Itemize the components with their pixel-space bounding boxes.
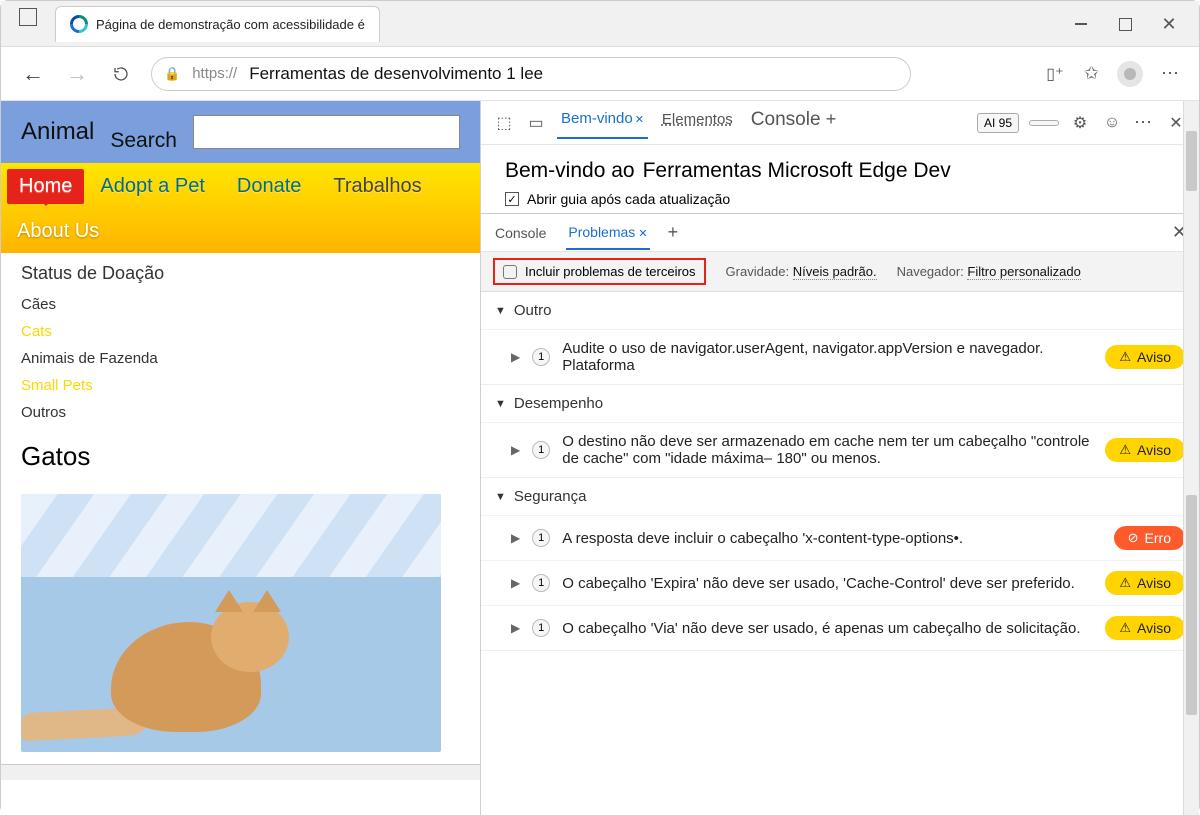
lock-icon: 🔒 — [164, 66, 180, 82]
devtools-drawer: Console Problemas ✕ + ✕ Incluir problema… — [481, 213, 1199, 815]
devtools-toolbar: ⬚ ▭ Bem-vindo✕ Elementos Console + AI 95… — [481, 101, 1199, 145]
inspect-icon[interactable]: ⬚ — [493, 112, 515, 134]
edge-logo-icon — [70, 15, 88, 33]
browser-filter[interactable]: Filtro personalizado — [967, 264, 1080, 280]
severity-filter[interactable]: Níveis padrão. — [793, 264, 877, 280]
issues-filter-bar: Incluir problemas de terceiros Gravidade… — [481, 252, 1199, 292]
third-party-checkbox[interactable]: Incluir problemas de terceiros — [493, 258, 706, 285]
donation-status: Status de Doação — [1, 253, 480, 290]
tab-overview-icon[interactable] — [19, 8, 37, 26]
extra-badge[interactable] — [1029, 120, 1059, 126]
tab-welcome[interactable]: Bem-vindo✕ — [557, 106, 648, 139]
settings-icon[interactable]: ⚙ — [1069, 112, 1091, 134]
url-scheme: https:// — [192, 65, 237, 82]
cat-image — [21, 494, 441, 752]
horizontal-scrollbar[interactable] — [1, 764, 480, 780]
site-brand: Animal — [21, 118, 94, 146]
ai-badge[interactable]: AI 95 — [977, 113, 1019, 133]
issues-scrollbar[interactable] — [1183, 381, 1199, 815]
browser-tab[interactable]: Página de demonstração com acessibilidad… — [55, 6, 380, 42]
tab-console[interactable]: Console + — [747, 105, 841, 141]
window-maximize-button[interactable] — [1117, 16, 1133, 32]
severity-warn-badge: ⚠Aviso — [1105, 616, 1185, 640]
severity-warn-badge: ⚠Aviso — [1105, 571, 1185, 595]
search-label: Search — [110, 129, 177, 153]
webpage-panel: Animal Search Home Adopt a Pet Donate Tr… — [1, 101, 481, 815]
nav-home[interactable]: Home — [7, 169, 84, 204]
link-dogs[interactable]: Cães — [21, 296, 460, 313]
feedback-icon[interactable]: ☺ — [1101, 112, 1123, 134]
device-toggle-icon[interactable]: ▭ — [525, 112, 547, 134]
window-titlebar: Página de demonstração com acessibilidad… — [1, 1, 1199, 47]
forward-button: → — [63, 60, 91, 88]
issue-row[interactable]: ▶1 Audite o uso de navigator.userAgent, … — [481, 329, 1199, 384]
issue-row[interactable]: ▶1 O cabeçalho 'Via' não deve ser usado,… — [481, 605, 1199, 650]
issues-list: ▼Outro ▶1 Audite o uso de navigator.user… — [481, 292, 1199, 815]
browser-menu-button[interactable]: ⋯ — [1161, 63, 1181, 84]
drawer-tab-console[interactable]: Console — [493, 217, 548, 249]
issue-row[interactable]: ▶1 O cabeçalho 'Expira' não deve ser usa… — [481, 560, 1199, 605]
group-security[interactable]: ▼Segurança — [481, 478, 1199, 515]
issue-row[interactable]: ▶1 A resposta deve incluir o cabeçalho '… — [481, 515, 1199, 560]
severity-warn-badge: ⚠Aviso — [1105, 438, 1185, 462]
primary-nav: Home Adopt a Pet Donate Trabalhos About … — [1, 163, 480, 253]
drawer-add-tab[interactable]: + — [668, 222, 679, 243]
nav-about[interactable]: About Us — [1, 210, 115, 253]
nav-jobs[interactable]: Trabalhos — [317, 165, 437, 208]
link-cats[interactable]: Cats — [21, 323, 460, 340]
group-performance[interactable]: ▼Desempenho — [481, 385, 1199, 422]
tab-elements[interactable]: Elementos — [658, 107, 737, 138]
issue-row[interactable]: ▶1 O destino não deve ser armazenado em … — [481, 422, 1199, 477]
tab-title: Página de demonstração com acessibilidad… — [96, 17, 365, 32]
drawer-tab-issues[interactable]: Problemas ✕ — [566, 216, 649, 250]
address-bar[interactable]: 🔒 https:// Ferramentas de desenvolviment… — [151, 57, 911, 91]
nav-donate[interactable]: Donate — [221, 165, 318, 208]
link-small-pets[interactable]: Small Pets — [21, 377, 460, 394]
url-text: Ferramentas de desenvolvimento 1 lee — [249, 64, 543, 84]
group-other[interactable]: ▼Outro — [481, 292, 1199, 329]
nav-adopt[interactable]: Adopt a Pet — [84, 165, 221, 208]
link-other[interactable]: Outros — [21, 404, 460, 421]
window-minimize-button[interactable] — [1073, 16, 1089, 32]
devtools-panel: ⬚ ▭ Bem-vindo✕ Elementos Console + AI 95… — [481, 101, 1199, 815]
reload-button[interactable] — [107, 60, 135, 88]
devtools-menu-icon[interactable]: ⋯ — [1133, 112, 1155, 134]
browser-toolbar: ← → 🔒 https:// Ferramentas de desenvolvi… — [1, 47, 1199, 101]
category-list: Cães Cats Animais de Fazenda Small Pets … — [1, 290, 480, 431]
link-farm[interactable]: Animais de Fazenda — [21, 350, 460, 367]
severity-error-badge: ⊘Erro — [1114, 526, 1185, 550]
back-button[interactable]: ← — [19, 60, 47, 88]
search-input[interactable] — [193, 115, 460, 149]
open-tab-checkbox[interactable]: ✓ Abrir guia após cada atualização — [505, 191, 1175, 207]
profile-avatar[interactable] — [1117, 61, 1143, 87]
window-close-button[interactable]: ✕ — [1161, 16, 1177, 32]
page-heading: Gatos — [1, 431, 480, 482]
reader-icon[interactable]: ▯⁺ — [1044, 63, 1066, 85]
welcome-pane: Bem-vindo ao Ferramentas Microsoft Edge … — [481, 145, 1199, 213]
severity-warn-badge: ⚠Aviso — [1105, 345, 1185, 369]
welcome-title: Bem-vindo ao Ferramentas Microsoft Edge … — [505, 159, 1175, 183]
favorite-icon[interactable]: ✩ — [1084, 63, 1099, 84]
